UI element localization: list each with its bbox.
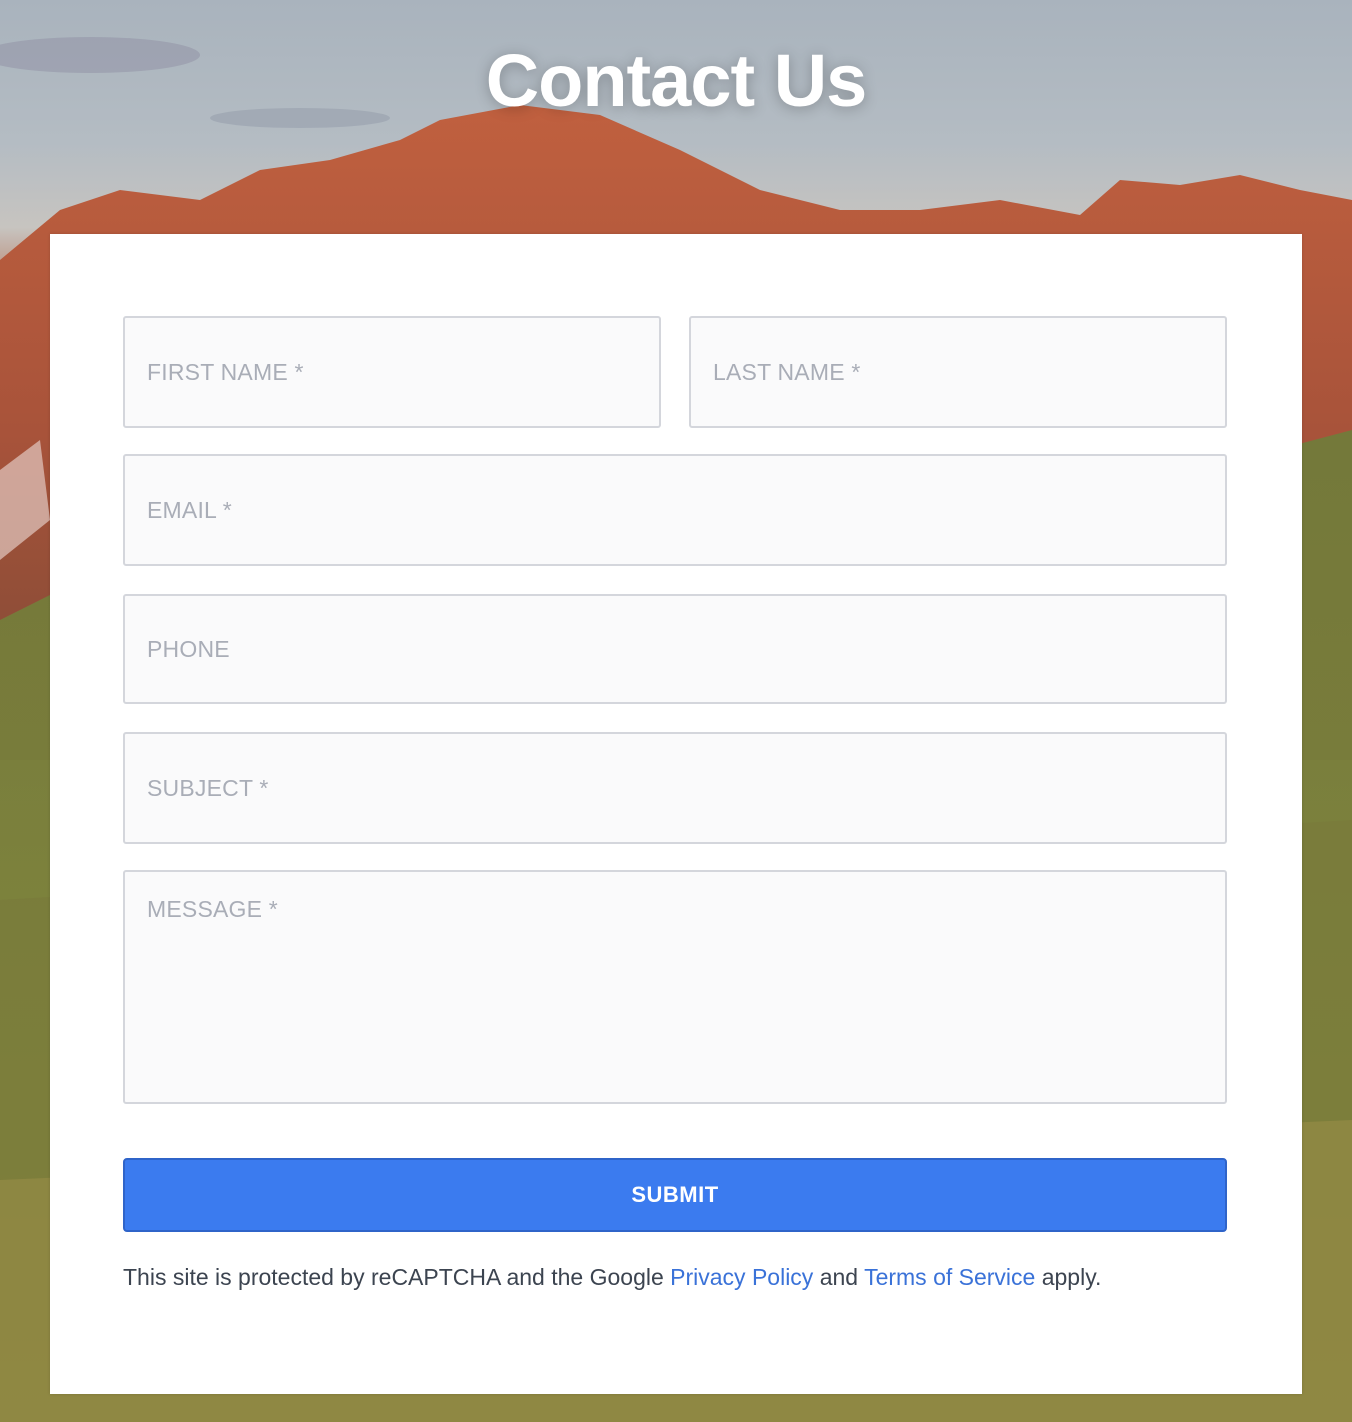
- last-name-field-wrapper: [689, 316, 1227, 428]
- email-input[interactable]: [125, 456, 1225, 564]
- privacy-policy-link[interactable]: Privacy Policy: [670, 1264, 813, 1290]
- email-field-wrapper: [123, 454, 1227, 566]
- message-field-wrapper: [123, 870, 1227, 1104]
- phone-input[interactable]: [125, 596, 1225, 702]
- subject-field-wrapper: [123, 732, 1227, 844]
- subject-input[interactable]: [125, 734, 1225, 842]
- terms-of-service-link[interactable]: Terms of Service: [864, 1264, 1035, 1290]
- page-title: Contact Us: [485, 39, 868, 122]
- recaptcha-suffix-text: apply.: [1035, 1264, 1102, 1290]
- recaptcha-notice: This site is protected by reCAPTCHA and …: [123, 1264, 1227, 1291]
- recaptcha-middle-text: and: [813, 1264, 865, 1290]
- last-name-input[interactable]: [691, 318, 1225, 426]
- message-textarea[interactable]: [125, 872, 1225, 1102]
- submit-button[interactable]: SUBMIT: [123, 1158, 1227, 1232]
- contact-form-card: SUBMIT This site is protected by reCAPTC…: [50, 234, 1302, 1394]
- first-name-field-wrapper: [123, 316, 661, 428]
- phone-field-wrapper: [123, 594, 1227, 704]
- first-name-input[interactable]: [125, 318, 659, 426]
- recaptcha-prefix-text: This site is protected by reCAPTCHA and …: [123, 1264, 671, 1290]
